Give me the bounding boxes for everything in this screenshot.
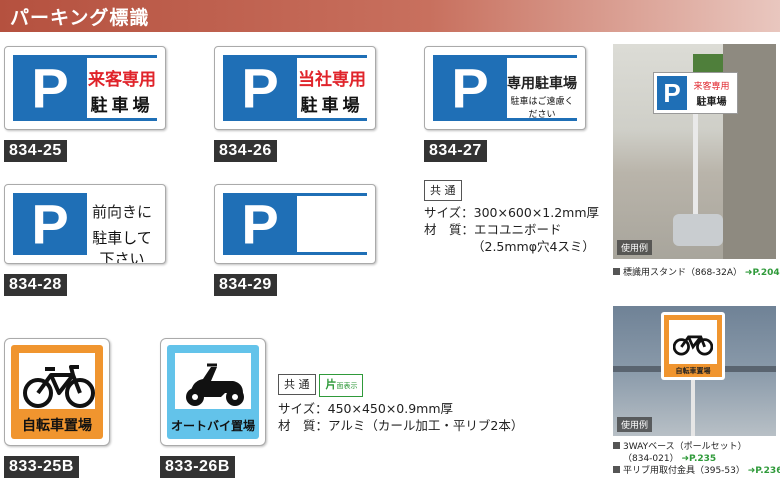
usage-badge: 使用例 xyxy=(617,240,653,255)
sign-line1: 当社専用 xyxy=(298,70,366,90)
photo-sign: 自転車置場 xyxy=(661,312,725,380)
spec-holes: （2.5mmφ穴4スミ） xyxy=(472,239,595,254)
bicycle-parking-sign: 自転車置場 xyxy=(4,338,110,446)
bicycle-icon xyxy=(23,365,95,408)
sign-label: オートバイ置場 xyxy=(171,419,256,433)
spec-size: サイズ：300×600×1.2mm厚 xyxy=(424,205,600,220)
product-code: 834-25 xyxy=(4,140,67,162)
stand-base xyxy=(673,214,723,246)
product-code: 833-26B xyxy=(160,456,235,478)
page-ref-link[interactable]: ➜P.204 xyxy=(745,268,780,278)
product-code: 833-25B xyxy=(4,456,79,478)
spec-size: サイズ：450×450×0.9mm厚 xyxy=(278,401,454,416)
sign-line1: 専用駐車場 xyxy=(507,76,577,92)
bicycle-icon xyxy=(673,335,713,356)
pole xyxy=(691,380,695,436)
common-tag: 共 通 xyxy=(278,374,316,395)
page-ref-link[interactable]: ➜P.235 xyxy=(681,454,716,464)
parking-sign-834-26: P 当社専用 駐車場 xyxy=(214,46,376,130)
spec-rect: 共 通 サイズ：300×600×1.2mm厚 材 質：エコユニボード （2.5m… xyxy=(424,180,599,255)
sign-label: 自転車置場 xyxy=(22,418,92,434)
motorcycle-parking-sign: オートバイ置場 xyxy=(160,338,266,446)
sign-line1: 来客専用 xyxy=(88,70,156,90)
parking-p-box: P xyxy=(13,55,87,121)
parking-p-box: P xyxy=(13,193,87,256)
spec-square: 共 通 片面表示 サイズ：450×450×0.9mm厚 材 質：アルミ（カール加… xyxy=(278,374,523,434)
spec-material: 材 質：アルミ（カール加工・平リブ2本） xyxy=(278,418,524,433)
parking-p-box: P xyxy=(223,55,297,121)
parking-p-box: P xyxy=(433,55,507,121)
common-tag: 共 通 xyxy=(424,180,462,201)
spec-material: 材 質：エコユニボード xyxy=(424,222,562,237)
product-code: 834-29 xyxy=(214,274,277,296)
parking-sign-834-29: P xyxy=(214,184,376,264)
parking-sign-834-28: P 前向きに 駐車して下さい xyxy=(4,184,166,264)
product-code: 834-28 xyxy=(4,274,67,296)
stand-pole xyxy=(693,114,698,224)
usage-photo-3way: 自転車置場 使用例 xyxy=(613,306,776,436)
sign-line2: 駐車場 xyxy=(90,96,154,116)
caption-3way: 3WAYベース（ポールセット） （834-021） ➜P.235 平リブ用取付金… xyxy=(613,441,780,477)
product-code: 834-27 xyxy=(424,140,487,162)
usage-badge: 使用例 xyxy=(617,417,653,432)
caption-stand: 標識用スタンド（868-32A） ➜P.204 xyxy=(613,265,780,278)
single-side-tag: 片面表示 xyxy=(319,374,364,397)
motorcycle-icon xyxy=(186,363,244,406)
page-ref-link[interactable]: ➜P.236 xyxy=(748,466,780,476)
sign-line2: 駐車場 xyxy=(300,96,364,116)
parking-sign-834-27: P 専用駐車場 駐車はご遠慮ください xyxy=(424,46,586,130)
section-header: パーキング標識 xyxy=(0,0,780,32)
parking-sign-834-25: P 来客専用 駐車場 xyxy=(4,46,166,130)
photo-sign: P 来客専用 駐車場 xyxy=(653,72,738,114)
usage-photo-stand: P 来客専用 駐車場 使用例 xyxy=(613,44,776,259)
product-code: 834-26 xyxy=(214,140,277,162)
sign-line2: 駐車して下さい xyxy=(92,229,152,264)
parking-p-box: P xyxy=(223,193,297,256)
sign-line2: 駐車はご遠慮ください xyxy=(510,97,574,120)
section-title: パーキング標識 xyxy=(10,7,150,29)
sign-line1: 前向きに xyxy=(91,203,152,221)
